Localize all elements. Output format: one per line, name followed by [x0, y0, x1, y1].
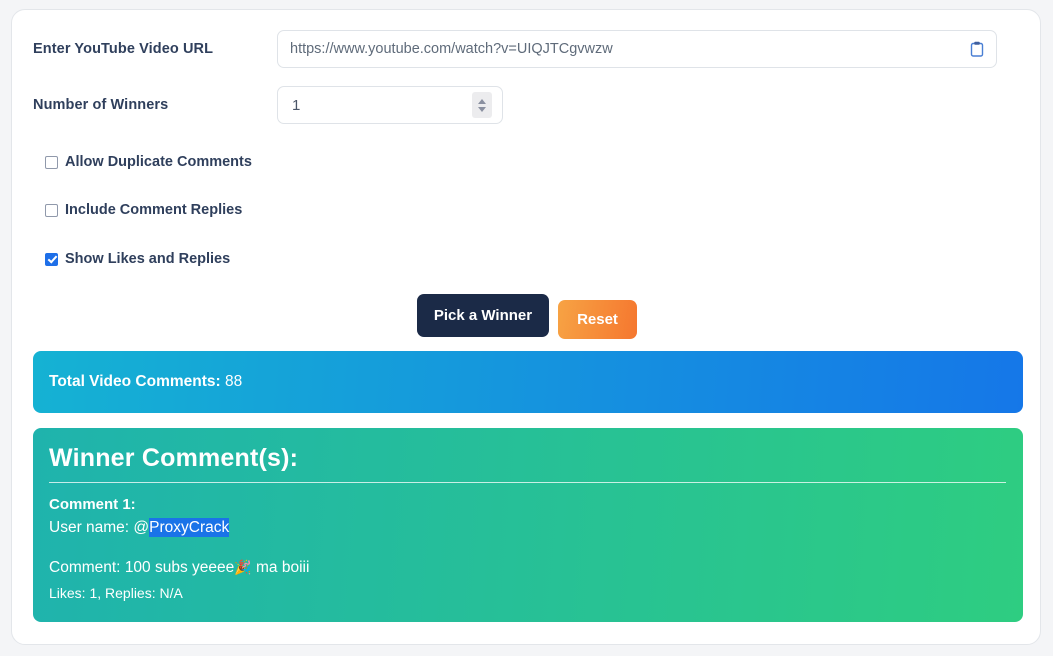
total-comments-banner: Total Video Comments: 88	[33, 351, 1023, 413]
allow-duplicate-comments-label: Allow Duplicate Comments	[65, 154, 252, 170]
winners-form-row: Number of Winners 1	[33, 86, 1023, 124]
pick-a-winner-button[interactable]: Pick a Winner	[417, 294, 549, 337]
winners-count-value: 1	[292, 96, 301, 114]
show-likes-and-replies-checkbox[interactable]	[45, 252, 58, 266]
winner-comment-text: Comment: 100 subs yeeee🎉 ma boiii	[49, 559, 1007, 577]
show-likes-and-replies-label: Show Likes and Replies	[65, 251, 231, 267]
chevron-down-icon[interactable]	[478, 106, 486, 112]
include-comment-replies-checkbox[interactable]	[45, 203, 58, 217]
winner-panel-title: Winner Comment(s):	[49, 444, 299, 472]
option-include-comment-replies[interactable]: Include Comment Replies	[45, 202, 242, 218]
option-show-likes-and-replies[interactable]: Show Likes and Replies	[45, 251, 230, 267]
winner-comment-index: Comment 1:	[49, 496, 136, 513]
reset-button[interactable]: Reset	[558, 300, 637, 339]
winner-user-line: User name: @ProxyCrack	[49, 518, 1007, 537]
number-stepper[interactable]	[472, 92, 492, 118]
video-url-input[interactable]: https://www.youtube.com/watch?v=UIQJTCgv…	[277, 30, 997, 68]
winner-comment-text-after: ma boiii	[251, 559, 310, 576]
winners-label: Number of Winners	[33, 97, 169, 113]
winner-title-divider	[49, 482, 1006, 483]
include-comment-replies-label: Include Comment Replies	[65, 202, 243, 218]
chevron-up-icon[interactable]	[478, 98, 486, 104]
url-label: Enter YouTube Video URL	[33, 41, 214, 57]
main-card: Enter YouTube Video URL https://www.yout…	[11, 9, 1041, 645]
clipboard-icon[interactable]	[970, 41, 984, 57]
winners-count-input[interactable]: 1	[277, 86, 503, 124]
winner-comment-text-before: 100 subs yeeee	[124, 559, 235, 576]
total-comments-label: Total Video Comments:	[49, 373, 221, 390]
winner-user-name[interactable]: ProxyCrack	[149, 518, 230, 537]
winner-comment-meta: Likes: 1, Replies: N/A	[49, 585, 183, 601]
option-allow-duplicate-comments[interactable]: Allow Duplicate Comments	[45, 154, 252, 170]
winner-comment-prefix: Comment:	[49, 559, 125, 576]
party-popper-icon: 🎉	[234, 559, 252, 575]
action-button-bar: Pick a Winner Reset	[12, 294, 1042, 339]
winner-comments-panel: Winner Comment(s): Comment 1: User name:…	[33, 428, 1023, 622]
total-comments-count: 88	[224, 373, 243, 390]
allow-duplicate-comments-checkbox[interactable]	[45, 155, 58, 169]
url-form-row: Enter YouTube Video URL https://www.yout…	[33, 30, 1023, 68]
video-url-value: https://www.youtube.com/watch?v=UIQJTCgv…	[290, 41, 613, 57]
winner-user-prefix: User name: @	[49, 519, 150, 536]
